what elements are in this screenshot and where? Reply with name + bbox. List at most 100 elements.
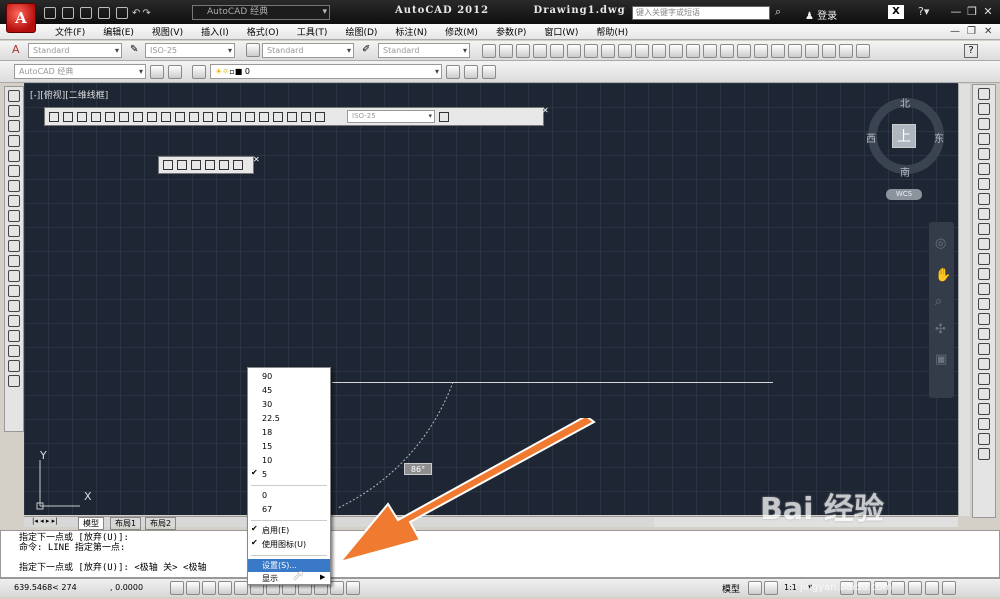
ordinate-dim-icon[interactable] xyxy=(91,111,101,122)
table-icon[interactable] xyxy=(8,345,20,357)
stretch-icon[interactable] xyxy=(978,208,990,220)
gradient-icon[interactable] xyxy=(8,315,20,327)
login-button[interactable]: ♟ 登录 xyxy=(805,7,837,22)
linear-dim-icon[interactable] xyxy=(49,111,59,122)
bring-front-icon[interactable] xyxy=(978,373,990,385)
dim-text-edit-icon[interactable] xyxy=(301,111,311,122)
construction-line-icon[interactable] xyxy=(8,105,20,117)
ellipse-arc-icon[interactable] xyxy=(8,240,20,252)
dim-break-icon[interactable] xyxy=(217,111,227,122)
redo-icon[interactable]: ↷ xyxy=(142,8,150,19)
text-scale-icon[interactable] xyxy=(205,160,215,170)
group-icon[interactable] xyxy=(978,403,990,415)
workspace-switch-dropdown[interactable]: AutoCAD 经典 ▾ xyxy=(14,64,146,79)
baseline-dim-icon[interactable] xyxy=(175,111,185,122)
dim-edit-icon[interactable] xyxy=(287,111,297,122)
compass-east[interactable]: 东 xyxy=(934,130,944,145)
layer-dropdown[interactable]: ☀☼▫■ 0 ▾ xyxy=(210,64,442,79)
annotation-scale[interactable]: 1:1 xyxy=(784,583,797,592)
move-icon[interactable] xyxy=(978,163,990,175)
steering-wheel-icon[interactable]: ◎ xyxy=(935,236,946,251)
dim-style-toolbar-dropdown[interactable]: ISO-25 ▾ xyxy=(347,110,435,123)
dim-update-icon[interactable] xyxy=(315,111,325,122)
angular-dim-icon[interactable] xyxy=(147,111,157,122)
trim-icon[interactable] xyxy=(978,223,990,235)
break-point-icon[interactable] xyxy=(978,253,990,265)
spline-icon[interactable] xyxy=(8,210,20,222)
coordinate-readout[interactable]: 639.5468< 274 xyxy=(14,583,77,592)
new-icon[interactable] xyxy=(482,44,496,58)
explode-icon[interactable] xyxy=(978,343,990,355)
match-properties-icon[interactable] xyxy=(652,44,666,58)
jogged-dim-icon[interactable] xyxy=(119,111,129,122)
tab-layout1[interactable]: 布局1 xyxy=(110,517,142,530)
menu-window[interactable]: 窗口(W) xyxy=(535,25,587,38)
menu-edit[interactable]: 编辑(E) xyxy=(94,25,143,38)
undo-icon[interactable]: ↶ xyxy=(132,8,140,19)
new-icon[interactable] xyxy=(44,7,56,19)
gear-icon[interactable] xyxy=(150,65,164,79)
restore-button[interactable]: ❐ xyxy=(964,5,980,19)
inspection-icon[interactable] xyxy=(259,111,269,122)
region-icon[interactable] xyxy=(8,330,20,342)
menu-modify[interactable]: 修改(M) xyxy=(436,25,487,38)
open-icon[interactable] xyxy=(62,7,74,19)
vertical-scrollbar[interactable] xyxy=(958,84,970,516)
quick-dim-icon[interactable] xyxy=(161,111,171,122)
aligned-dim-icon[interactable] xyxy=(63,111,73,122)
text-convert-icon[interactable] xyxy=(233,160,243,170)
menu-item-angle[interactable]: 30 xyxy=(248,398,330,411)
menu-dimension[interactable]: 标注(N) xyxy=(386,25,436,38)
open-icon[interactable] xyxy=(499,44,513,58)
tab-layout2[interactable]: 布局2 xyxy=(145,517,177,530)
pan-icon[interactable]: ✋ xyxy=(935,268,951,283)
exchange-icon[interactable]: X xyxy=(888,5,904,19)
text-tool-icon[interactable] xyxy=(163,160,173,170)
orbit-icon[interactable]: ✣ xyxy=(935,322,946,337)
print-icon[interactable] xyxy=(533,44,547,58)
zoom-icon[interactable]: ⌕ xyxy=(935,294,942,309)
ucs-menu[interactable]: WCS xyxy=(886,189,922,200)
radius-dim-icon[interactable] xyxy=(105,111,115,122)
sheet-set-icon[interactable] xyxy=(822,44,836,58)
infer-constraints-icon[interactable] xyxy=(170,581,184,595)
application-menu-button[interactable]: A xyxy=(6,3,36,33)
workspace-settings-icon[interactable] xyxy=(168,65,182,79)
menu-item-angle[interactable]: 45 xyxy=(248,384,330,397)
compass-west[interactable]: 西 xyxy=(866,130,876,145)
compass-north[interactable]: 北 xyxy=(900,95,910,110)
diameter-dim-icon[interactable] xyxy=(133,111,143,122)
menu-insert[interactable]: 插入(I) xyxy=(192,25,238,38)
menu-item-angle[interactable]: 90 xyxy=(248,370,330,383)
doc-minimize-button[interactable]: — xyxy=(950,26,960,37)
doc-close-button[interactable]: ✕ xyxy=(984,26,992,37)
menu-draw[interactable]: 绘图(D) xyxy=(336,25,386,38)
search-input[interactable]: 键入关键字或短语 xyxy=(632,6,770,20)
text-justify-icon[interactable] xyxy=(219,160,229,170)
fillet-icon[interactable] xyxy=(978,313,990,325)
snap-mode-icon[interactable] xyxy=(186,581,200,595)
compass-south[interactable]: 南 xyxy=(900,164,910,179)
arc-icon[interactable] xyxy=(8,165,20,177)
save-icon[interactable] xyxy=(516,44,530,58)
tab-model[interactable]: 模型 xyxy=(78,517,104,530)
zoom-realtime-icon[interactable] xyxy=(720,44,734,58)
toolbar-lock-icon[interactable] xyxy=(891,581,905,595)
isolate-objects-icon[interactable] xyxy=(925,581,939,595)
tool-palettes-icon[interactable] xyxy=(805,44,819,58)
hatch-icon[interactable] xyxy=(8,300,20,312)
design-center-icon[interactable] xyxy=(788,44,802,58)
close-icon[interactable]: ✕ xyxy=(253,155,260,164)
send-back-icon[interactable] xyxy=(978,388,990,400)
mtext-icon[interactable] xyxy=(8,360,20,372)
continue-dim-icon[interactable] xyxy=(189,111,199,122)
menu-file[interactable]: 文件(F) xyxy=(46,25,94,38)
center-mark-icon[interactable] xyxy=(245,111,255,122)
layer-previous-icon[interactable] xyxy=(464,65,478,79)
scale-icon[interactable] xyxy=(978,193,990,205)
3d-dwf-icon[interactable] xyxy=(584,44,598,58)
array-icon[interactable] xyxy=(978,148,990,160)
dim-style-dropdown[interactable]: ISO-25 ▾ xyxy=(145,43,235,58)
insert-block-icon[interactable] xyxy=(8,255,20,267)
make-current-layer-icon[interactable] xyxy=(446,65,460,79)
